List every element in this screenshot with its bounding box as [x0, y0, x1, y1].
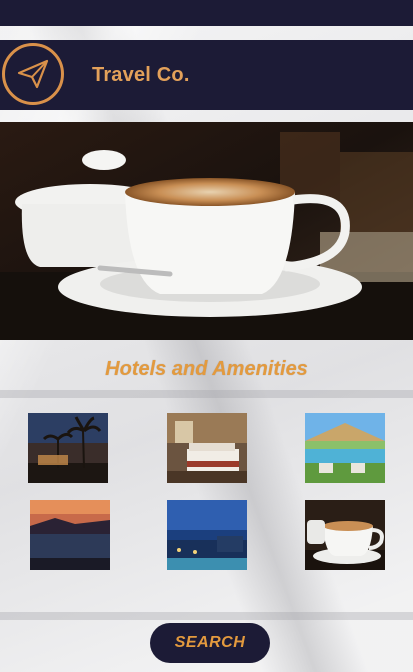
app-header: Travel Co.: [0, 40, 413, 110]
divider: [0, 612, 413, 620]
brand-title: Travel Co.: [92, 64, 190, 86]
divider: [0, 390, 413, 398]
gallery-item[interactable]: [167, 413, 247, 483]
sunset-shoreline-photo: [30, 500, 110, 570]
search-button[interactable]: SEARCH: [150, 623, 270, 663]
gallery-item[interactable]: [28, 413, 108, 483]
night-resort-photo: [167, 500, 247, 570]
coffee-cup-photo: [305, 500, 385, 570]
section-title: Hotels and Amenities: [105, 358, 308, 380]
gallery-item[interactable]: [305, 413, 385, 483]
coffee-cup-photo: [0, 122, 413, 340]
paper-plane-icon: [17, 59, 49, 89]
gallery-item[interactable]: [30, 500, 110, 570]
status-bar: [0, 0, 413, 26]
gallery-item[interactable]: [305, 500, 385, 570]
palm-trees-resort-photo: [28, 413, 108, 483]
pool-cabana-photo: [305, 413, 385, 483]
gallery-item[interactable]: [167, 500, 247, 570]
logo[interactable]: [2, 43, 64, 105]
hero-image: [0, 122, 413, 340]
hotel-bedroom-photo: [167, 413, 247, 483]
